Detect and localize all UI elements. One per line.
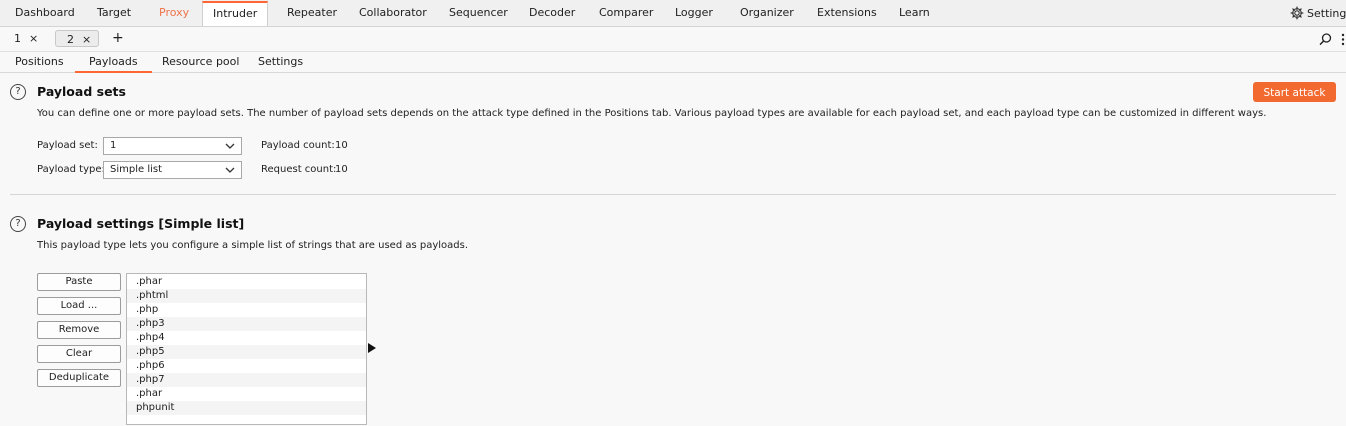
- help-icon[interactable]: ?: [10, 216, 26, 232]
- payload-settings-description: This payload type lets you configure a s…: [37, 240, 469, 251]
- list-item[interactable]: .phar: [127, 387, 366, 401]
- start-attack-button[interactable]: Start attack: [1253, 82, 1336, 102]
- instance-tab-label: 2: [67, 33, 74, 46]
- nav-tab-intruder[interactable]: Intruder: [202, 1, 269, 26]
- payload-count-value: 10: [335, 140, 348, 151]
- tab-positions[interactable]: Positions: [15, 51, 64, 72]
- list-item[interactable]: .phtml: [127, 289, 366, 303]
- tab-settings[interactable]: Settings: [258, 51, 303, 72]
- nav-tab-decoder[interactable]: Decoder: [529, 0, 575, 24]
- main-nav-bar: Dashboard Target Proxy Intruder Repeater…: [0, 0, 1346, 27]
- tab-resource-pool[interactable]: Resource pool: [162, 51, 239, 72]
- close-icon[interactable]: ×: [29, 32, 38, 45]
- nav-tab-dashboard[interactable]: Dashboard: [15, 0, 75, 24]
- settings-label: Settings: [1307, 7, 1346, 20]
- search-icon[interactable]: [1319, 33, 1332, 46]
- list-item[interactable]: .php: [127, 303, 366, 317]
- more-options-icon[interactable]: [1340, 33, 1345, 46]
- nav-tab-proxy[interactable]: Proxy: [159, 0, 189, 24]
- remove-button[interactable]: Remove: [37, 321, 121, 339]
- section-divider: [10, 194, 1336, 195]
- payload-type-value: Simple list: [110, 164, 163, 175]
- nav-tab-comparer[interactable]: Comparer: [599, 0, 653, 24]
- list-item[interactable]: .php5: [127, 345, 366, 359]
- nav-tab-logger[interactable]: Logger: [675, 0, 713, 24]
- nav-tab-repeater[interactable]: Repeater: [287, 0, 337, 24]
- payload-count-label: Payload count:: [261, 140, 335, 151]
- request-count-value: 10: [335, 164, 348, 175]
- list-item[interactable]: .php4: [127, 331, 366, 345]
- load-button[interactable]: Load ...: [37, 297, 121, 315]
- payload-type-select[interactable]: Simple list: [103, 161, 242, 179]
- list-item[interactable]: .php3: [127, 317, 366, 331]
- intruder-instance-tabs: 1 × 2 × +: [0, 27, 1346, 52]
- payload-sets-description: You can define one or more payload sets.…: [37, 108, 1267, 119]
- nav-tab-collaborator[interactable]: Collaborator: [359, 0, 427, 24]
- payload-set-value: 1: [110, 140, 117, 151]
- list-item[interactable]: .php6: [127, 359, 366, 373]
- tab-payloads[interactable]: Payloads: [75, 51, 152, 73]
- chevron-down-icon: [225, 167, 235, 173]
- nav-tab-organizer[interactable]: Organizer: [740, 0, 794, 24]
- gear-icon: [1290, 6, 1304, 20]
- settings-button[interactable]: Settings: [1290, 0, 1346, 26]
- help-icon[interactable]: ?: [10, 84, 26, 100]
- list-item[interactable]: .phar: [127, 275, 366, 289]
- clear-button[interactable]: Clear: [37, 345, 121, 363]
- list-item[interactable]: .php7: [127, 373, 366, 387]
- chevron-down-icon: [225, 143, 235, 149]
- paste-button[interactable]: Paste: [37, 273, 121, 291]
- list-item[interactable]: phpunit: [127, 401, 366, 415]
- payload-settings-title: Payload settings [Simple list]: [37, 216, 245, 231]
- instance-tab-label: 1: [14, 32, 21, 45]
- nav-tab-sequencer[interactable]: Sequencer: [449, 0, 508, 24]
- payload-sets-title: Payload sets: [37, 84, 126, 99]
- deduplicate-button[interactable]: Deduplicate: [37, 369, 121, 387]
- nav-tab-target[interactable]: Target: [97, 0, 131, 24]
- payload-type-label: Payload type:: [37, 164, 105, 175]
- nav-tab-learn[interactable]: Learn: [899, 0, 930, 24]
- payload-set-select[interactable]: 1: [103, 137, 242, 155]
- request-count-label: Request count:: [261, 164, 337, 175]
- close-icon[interactable]: ×: [82, 33, 91, 46]
- add-tab-button[interactable]: +: [112, 30, 124, 47]
- intruder-sub-tabs: Positions Payloads Resource pool Setting…: [0, 51, 1346, 73]
- expand-arrow-icon[interactable]: [368, 343, 376, 353]
- payload-list[interactable]: .phar .phtml .php .php3 .php4 .php5 .php…: [126, 273, 367, 425]
- payload-set-label: Payload set:: [37, 140, 98, 151]
- instance-tab-2[interactable]: 2 ×: [55, 30, 99, 47]
- nav-tab-extensions[interactable]: Extensions: [817, 0, 877, 24]
- instance-tab-1[interactable]: 1 ×: [4, 30, 48, 47]
